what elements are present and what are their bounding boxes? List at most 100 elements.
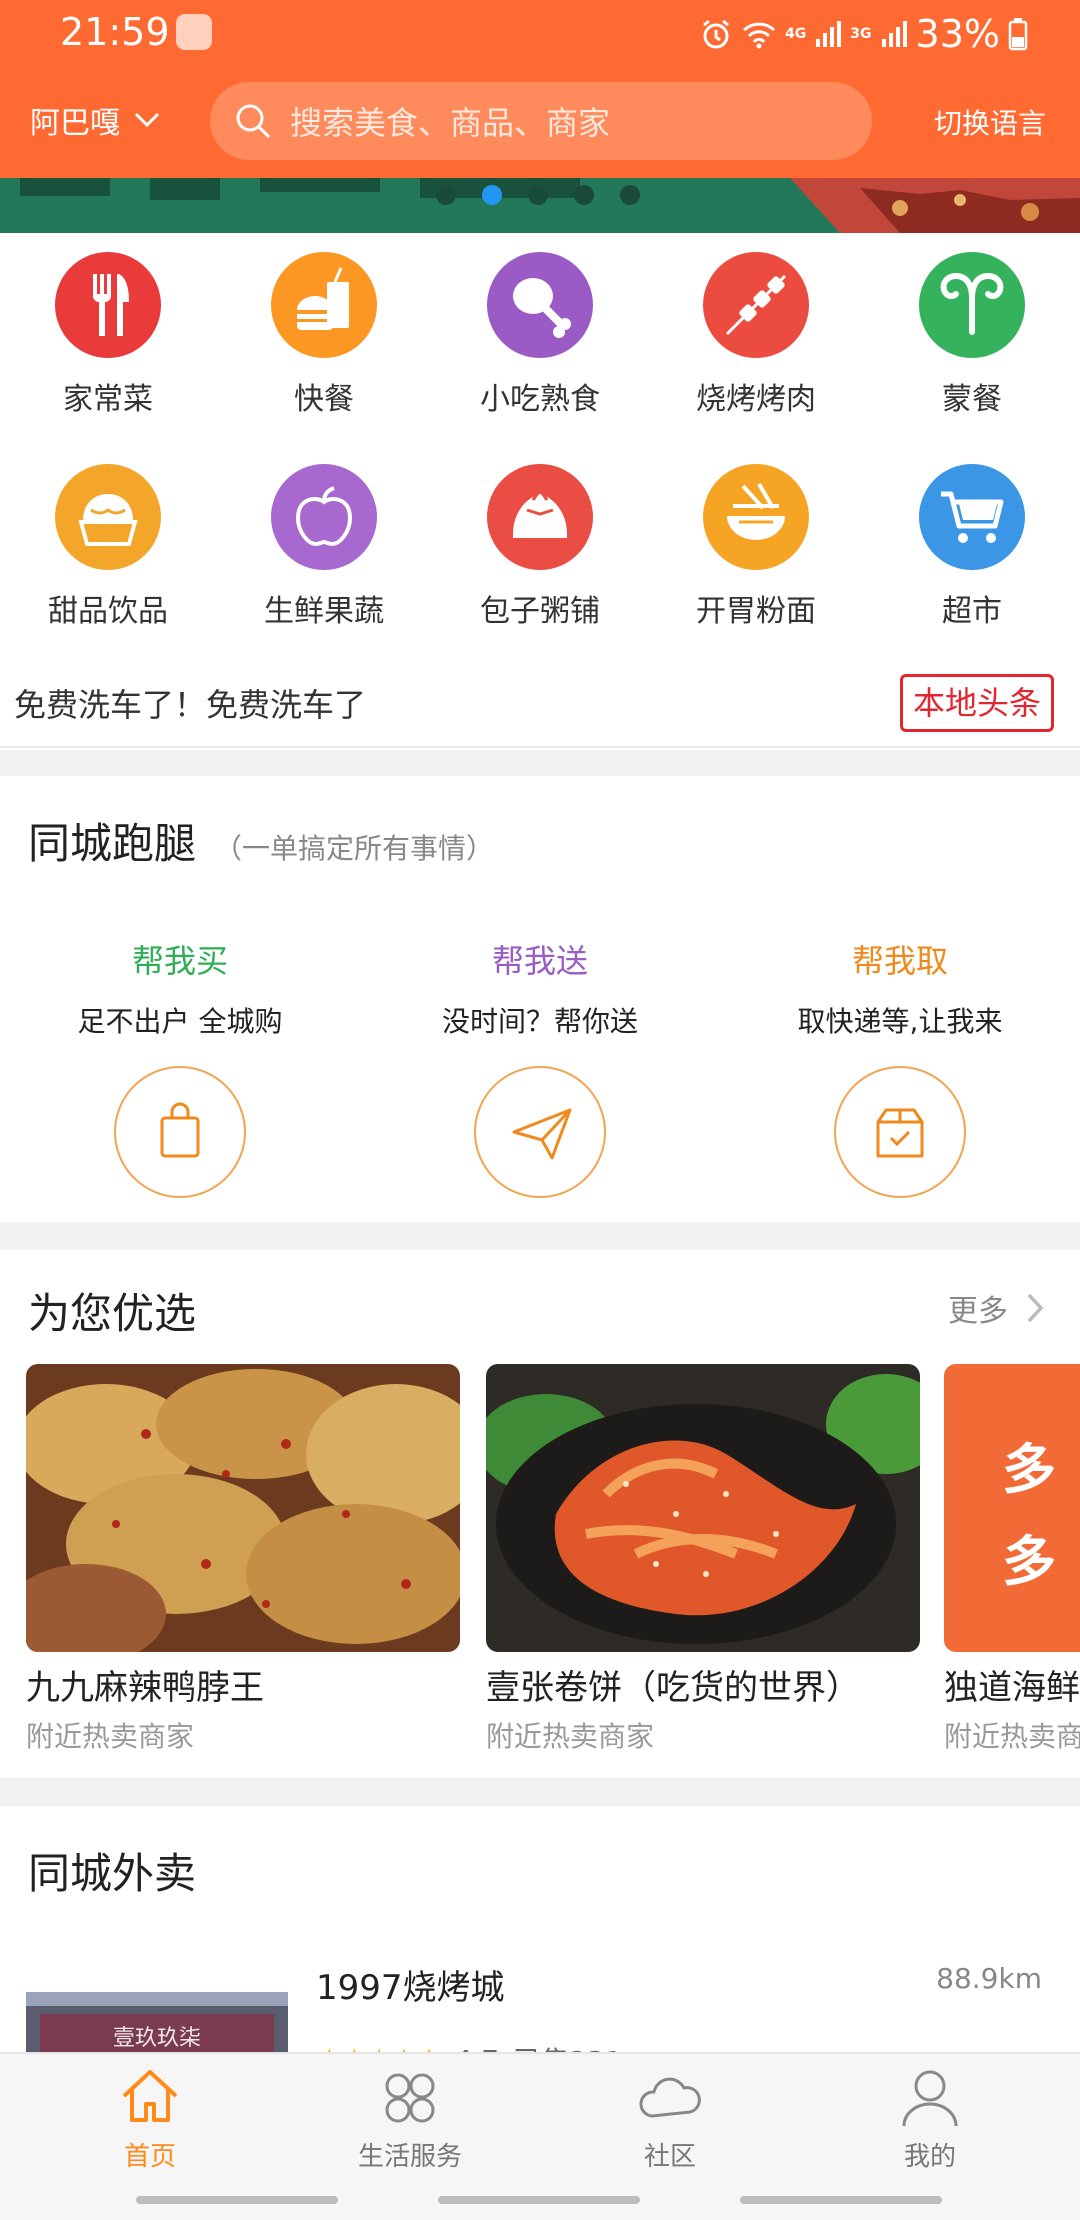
category-item[interactable]: 超市: [864, 464, 1080, 630]
wifi-icon: [743, 22, 776, 49]
category-label: 蒙餐: [942, 382, 1002, 417]
duck-neck-dish-image: [26, 1364, 460, 1652]
bottom-navigation: 首页 生活服务 社区 我的: [0, 2052, 1080, 2180]
nav-tab[interactable]: 社区: [540, 2054, 800, 2182]
store-name: 1997烧烤城: [316, 1968, 505, 2008]
search-input[interactable]: 搜索美食、商品、商家: [210, 82, 872, 160]
category-item[interactable]: 小吃熟食: [432, 252, 648, 418]
category-label: 家常菜: [63, 382, 153, 417]
battery-percent: 33%: [915, 12, 1000, 56]
banner-dot[interactable]: [620, 185, 640, 205]
fast-food-icon: [271, 252, 377, 358]
nav-tab-label: 我的: [903, 2142, 956, 2172]
gesture-pill: [136, 2196, 338, 2204]
recommended-title: 为您优选: [28, 1289, 197, 1338]
nav-tab[interactable]: 我的: [800, 2054, 1060, 2182]
notification-icon: [176, 14, 212, 50]
errand-item[interactable]: 帮我取 取快递等,让我来: [720, 936, 1080, 1198]
store-item[interactable]: 壹玖玖柒 1997烧烤城 88.9km ★★★★★ 4.7 已售231: [0, 1960, 1080, 2056]
news-headline[interactable]: 免费洗车了！免费洗车了: [14, 680, 366, 726]
category-label: 烧烤烤肉: [696, 382, 816, 417]
recommended-section: 为您优选 更多 九九麻辣鸭脖王 附近热卖商家 壹张卷饼（吃货的世界） 附近热卖商…: [0, 1250, 1080, 1778]
bun-icon: [487, 464, 593, 570]
chevron-right-icon: [1027, 1293, 1044, 1323]
card-subtitle: 附近热卖商家: [26, 1720, 195, 1753]
category-item[interactable]: 甜品饮品: [0, 464, 216, 630]
category-item[interactable]: 开胃粉面: [648, 464, 864, 630]
nav-tab[interactable]: 生活服务: [280, 2054, 540, 2182]
card-subtitle: 附近热卖商家: [944, 1720, 1080, 1753]
network-4g-label: 4G: [785, 26, 807, 42]
category-item[interactable]: 包子粥铺: [432, 464, 648, 630]
shopping-bag-icon: [114, 1066, 246, 1198]
recommended-card[interactable]: 壹张卷饼（吃货的世界） 附近热卖商家: [486, 1364, 920, 1755]
errand-item[interactable]: 帮我送 没时间？帮你送: [360, 936, 720, 1198]
location-label: 阿巴嘎: [30, 106, 120, 141]
banner-dot[interactable]: [436, 185, 456, 205]
category-label: 小吃熟食: [480, 382, 600, 417]
category-item[interactable]: 生鲜果蔬: [216, 464, 432, 630]
more-button[interactable]: 更多: [948, 1286, 1044, 1330]
apple-icon: [271, 464, 377, 570]
search-icon: [236, 104, 271, 139]
category-item[interactable]: 家常菜: [0, 252, 216, 418]
takeout-section: 同城外卖 壹玖玖柒 1997烧烤城 88.9km ★★★★★ 4.7 已售231: [0, 1806, 1080, 2056]
seafood-store-image: 多多: [944, 1364, 1080, 1652]
nav-tab[interactable]: 首页: [20, 2054, 280, 2182]
errand-subtitle: （一单搞定所有事情）: [214, 832, 495, 865]
errand-item-desc: 取快递等,让我来: [797, 1005, 1003, 1038]
store-sign: 壹玖玖柒: [40, 2014, 274, 2056]
app-screen: 21:59 4G 3G 33% 阿巴嘎 搜索美食、商品、商家 切换语言 家常菜 …: [0, 0, 1080, 2220]
recommended-card[interactable]: 九九麻辣鸭脖王 附近热卖商家: [26, 1364, 460, 1755]
category-item[interactable]: 烧烤烤肉: [648, 252, 864, 418]
status-time: 21:59: [60, 10, 170, 54]
errand-item-title: 帮我买: [131, 942, 228, 980]
signal-4g-icon: [816, 21, 842, 47]
section-divider: [0, 1222, 1080, 1250]
switch-language-button[interactable]: 切换语言: [934, 102, 1046, 142]
alarm-icon: [703, 19, 729, 49]
gesture-pill: [740, 2196, 942, 2204]
category-label: 包子粥铺: [480, 594, 600, 629]
nav-tab-label: 首页: [123, 2142, 176, 2172]
errand-item-desc: 足不出户 全城购: [77, 1005, 283, 1038]
home-icon: [122, 2070, 178, 2122]
search-placeholder: 搜索美食、商品、商家: [290, 104, 611, 142]
cake-icon: [55, 464, 161, 570]
ram-horn-icon: [919, 252, 1025, 358]
chevron-down-icon: [134, 112, 160, 128]
package-icon: [834, 1066, 966, 1198]
cloud-icon: [639, 2077, 701, 2118]
banner-dot[interactable]: [528, 185, 548, 205]
recommended-card[interactable]: 多多 独道海鲜 附近热卖商家: [944, 1364, 1080, 1755]
status-icons: 4G 3G 33%: [699, 10, 1028, 58]
card-subtitle: 附近热卖商家: [486, 1720, 655, 1753]
cart-icon: [919, 464, 1025, 570]
more-label: 更多: [948, 1294, 1008, 1329]
card-image-text: 多多: [1002, 1438, 1056, 1593]
paper-plane-icon: [474, 1066, 606, 1198]
store-image: 壹玖玖柒: [26, 1992, 288, 2056]
fork-knife-icon: [55, 252, 161, 358]
errand-item-title: 帮我送: [491, 942, 588, 980]
network-3g-label: 3G: [850, 26, 872, 42]
category-label: 甜品饮品: [48, 594, 168, 629]
noodle-bowl-icon: [703, 464, 809, 570]
card-name: 独道海鲜: [944, 1668, 1080, 1708]
category-label: 生鲜果蔬: [264, 594, 384, 629]
banner-dot[interactable]: [482, 185, 502, 205]
category-label: 开胃粉面: [696, 594, 816, 629]
location-selector[interactable]: 阿巴嘎: [30, 100, 160, 141]
local-news-bar[interactable]: 免费洗车了！免费洗车了 本地头条: [0, 658, 1080, 748]
category-label: 超市: [942, 594, 1002, 629]
store-distance: 88.9km: [936, 1962, 1042, 1995]
local-news-badge: 本地头条: [899, 674, 1054, 732]
errand-item[interactable]: 帮我买足不出户 全城购: [0, 936, 360, 1198]
category-item[interactable]: 快餐: [216, 252, 432, 418]
header: 21:59 4G 3G 33% 阿巴嘎 搜索美食、商品、商家 切换语言: [0, 0, 1080, 178]
banner-dot[interactable]: [574, 185, 594, 205]
nav-tab-label: 社区: [643, 2142, 696, 2172]
category-item[interactable]: 蒙餐: [864, 252, 1080, 418]
card-name: 九九麻辣鸭脖王: [26, 1668, 264, 1708]
gesture-bar: [0, 2180, 1080, 2220]
